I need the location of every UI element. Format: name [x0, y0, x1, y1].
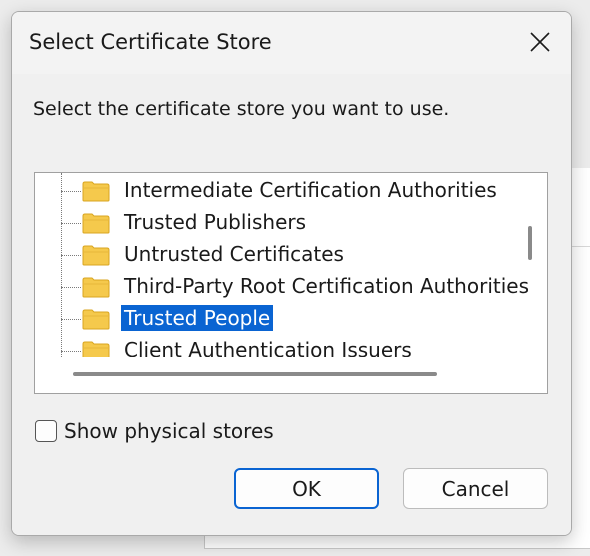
instruction-text: Select the certificate store you want to… [33, 98, 450, 120]
tree-item[interactable]: Third-Party Root Certification Authoriti… [35, 271, 529, 303]
close-button[interactable] [519, 22, 561, 62]
tree-item-label: Trusted People [121, 305, 274, 331]
background-divider [571, 246, 590, 247]
tree-item-label: Untrusted Certificates [124, 242, 344, 266]
close-icon [530, 32, 550, 52]
show-physical-stores-checkbox[interactable] [35, 420, 57, 442]
folder-icon [82, 181, 110, 202]
folder-icon [82, 213, 110, 234]
folder-icon [82, 277, 110, 298]
tree-item-label: Trusted Publishers [124, 210, 307, 234]
tree-item-label: Intermediate Certification Authorities [124, 178, 497, 202]
tree-item[interactable]: Intermediate Certification Authorities [35, 175, 515, 207]
tree-item-selected[interactable]: Trusted People [35, 303, 515, 335]
horizontal-scrollbar-thumb[interactable] [73, 372, 437, 376]
tree-connector [61, 191, 81, 192]
dialog-titlebar: Select Certificate Store [12, 12, 571, 74]
show-physical-stores-label[interactable]: Show physical stores [64, 419, 274, 443]
tree-item-label: Third-Party Root Certification Authoriti… [124, 274, 529, 298]
folder-icon [82, 245, 110, 266]
tree-item[interactable]: Trusted Publishers [35, 207, 515, 239]
dialog-title: Select Certificate Store [29, 30, 272, 54]
ok-button[interactable]: OK [234, 468, 379, 509]
tree-connector [61, 255, 81, 256]
tree-connector [61, 351, 81, 352]
tree-connector [61, 287, 81, 288]
tree-connector [61, 223, 81, 224]
cancel-button[interactable]: Cancel [403, 468, 548, 509]
folder-icon [82, 309, 110, 330]
show-physical-stores-row[interactable]: Show physical stores [35, 419, 274, 443]
vertical-scrollbar-thumb[interactable] [528, 226, 532, 260]
tree-connector [61, 319, 81, 320]
certificate-store-tree[interactable]: Intermediate Certification Authorities T… [34, 172, 548, 394]
tree-item[interactable]: Untrusted Certificates [35, 239, 515, 271]
dialog-body: Select the certificate store you want to… [12, 74, 571, 535]
select-certificate-store-dialog: Select Certificate Store Select the cert… [11, 11, 572, 536]
